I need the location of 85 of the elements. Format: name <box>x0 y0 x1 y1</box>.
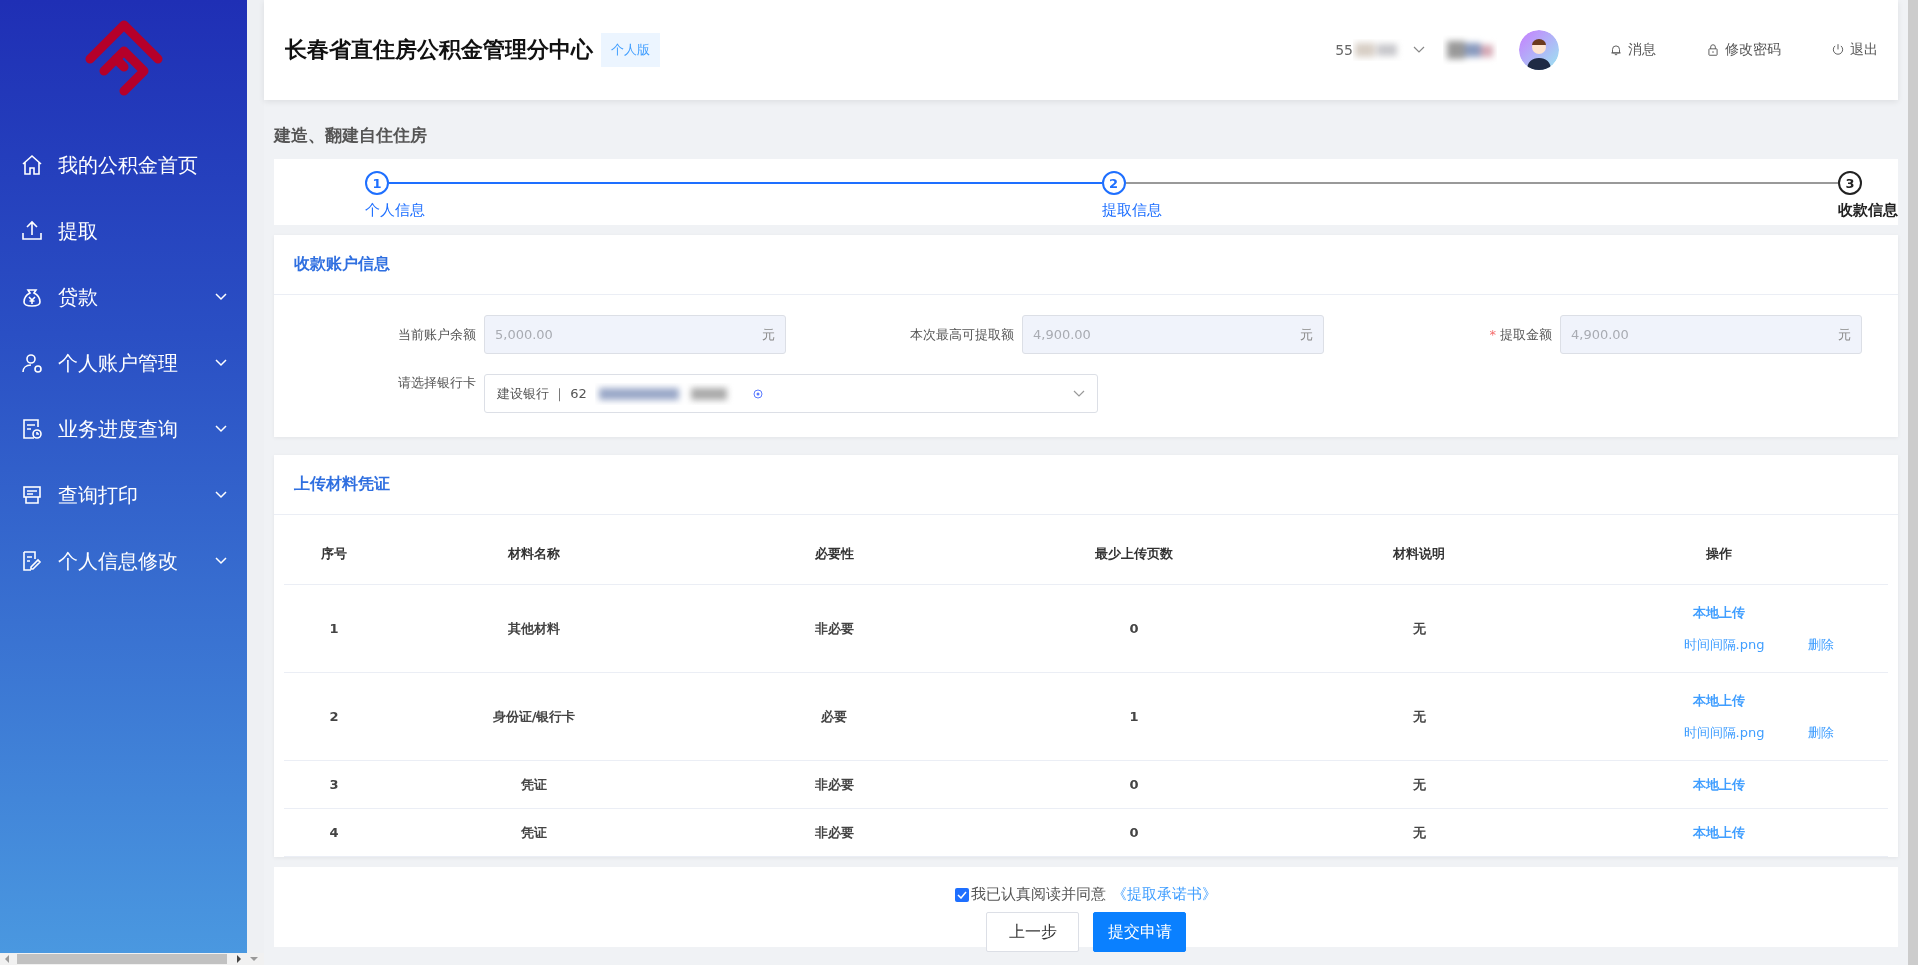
agreement-text: 我已认真阅读并同意 <box>971 885 1106 904</box>
step-label: 提取信息 <box>1101 201 1163 220</box>
table-cell-text: 非必要 <box>813 823 855 842</box>
column-header: 必要性 <box>813 544 855 563</box>
file-link[interactable]: 时间间隔.png <box>1683 723 1765 742</box>
sidebar-item[interactable]: 查询打印 <box>0 462 247 528</box>
chevron-down-icon <box>215 425 227 433</box>
back-button[interactable]: 上一步 <box>986 912 1079 952</box>
table-cell-text: 0 <box>1128 777 1140 792</box>
step-label: 个人信息 <box>365 201 426 220</box>
table-cell-text: 1 <box>328 621 340 636</box>
chevron-down-icon <box>215 491 227 499</box>
printer-icon <box>20 483 44 507</box>
step-label: 收款信息 <box>1838 201 1898 220</box>
table-cell-text: 4 <box>328 825 340 840</box>
upload-icon <box>20 219 44 243</box>
column-header: 材料说明 <box>1392 544 1446 563</box>
upload-link[interactable]: 本地上传 <box>1693 603 1745 622</box>
table-cell-text: 2 <box>328 709 340 724</box>
header-link[interactable]: 修改密码 <box>1706 41 1781 59</box>
column-header: 材料名称 <box>507 544 561 563</box>
agreement-link[interactable]: 《提取承诺书》 <box>1112 885 1217 904</box>
page-title: 建造、翻建自住住房 <box>272 124 428 147</box>
table-cell-text: 无 <box>1411 707 1427 726</box>
submit-button[interactable]: 提交申请 <box>1093 912 1186 952</box>
table-cell-text: 0 <box>1128 825 1140 840</box>
chevron-down-icon <box>215 293 227 301</box>
upload-link[interactable]: 本地上传 <box>1693 775 1745 794</box>
file-link[interactable]: 时间间隔.png <box>1683 635 1765 654</box>
section-title: 收款账户信息 <box>294 254 390 275</box>
home-icon <box>20 153 44 177</box>
header-link[interactable]: 消息 <box>1609 41 1656 59</box>
field-label: 当前账户余额 <box>397 325 477 344</box>
bell-icon <box>1609 43 1623 57</box>
sidebar-item[interactable]: 个人信息修改 <box>0 528 247 594</box>
step-number: 1 <box>365 171 389 195</box>
power-icon <box>1831 43 1845 57</box>
bank-card-select[interactable]: 建设银行 ｜ 62 <box>484 374 1098 413</box>
table-cell-text: 无 <box>1411 775 1427 794</box>
chevron-down-icon <box>215 359 227 367</box>
sidebar-item[interactable]: 贷款 <box>0 264 247 330</box>
account-number[interactable]: 55 <box>1335 42 1353 58</box>
edition-badge: 个人版 <box>601 33 660 67</box>
upload-link[interactable]: 本地上传 <box>1693 691 1745 710</box>
vertical-scrollbar[interactable] <box>1908 0 1918 965</box>
step-number: 3 <box>1838 171 1862 195</box>
sidebar-item[interactable]: 业务进度查询 <box>0 396 247 462</box>
document-clock-icon <box>20 417 44 441</box>
table-cell-text: 无 <box>1411 619 1427 638</box>
table-cell-text: 其他材料 <box>507 619 561 638</box>
column-header: 序号 <box>320 544 348 563</box>
section-title: 上传材料凭证 <box>294 474 390 495</box>
lock-icon <box>1706 43 1720 57</box>
table-cell-text: 3 <box>328 777 340 792</box>
chevron-down-icon[interactable] <box>1413 46 1425 54</box>
table-cell-text: 必要 <box>820 707 848 726</box>
agreement-checkbox[interactable] <box>955 887 969 902</box>
edit-icon <box>20 549 44 573</box>
table-cell-text: 凭证 <box>520 823 548 842</box>
upload-link[interactable]: 本地上传 <box>1693 823 1745 842</box>
table-cell-text: 凭证 <box>520 775 548 794</box>
avatar[interactable] <box>1519 30 1559 70</box>
user-gear-icon <box>20 351 44 375</box>
field-label: * 提取金额 <box>1488 325 1553 344</box>
sidebar-item[interactable]: 个人账户管理 <box>0 330 247 396</box>
chevron-down-icon <box>215 557 227 565</box>
field-label: 请选择银行卡 <box>397 374 477 392</box>
table-cell-text: 身份证/银行卡 <box>491 707 577 726</box>
sidebar-item[interactable]: 提取 <box>0 198 247 264</box>
step-number: 2 <box>1101 171 1126 195</box>
table-cell-text: 无 <box>1411 823 1427 842</box>
header-link[interactable]: 退出 <box>1831 41 1878 59</box>
table-cell-text: 非必要 <box>813 619 855 638</box>
field-label: 本次最高可提取额 <box>909 325 1015 344</box>
table-cell-text: 非必要 <box>813 775 855 794</box>
column-header: 最少上传页数 <box>1094 544 1174 563</box>
table-cell-text: 0 <box>1128 621 1140 636</box>
delete-link[interactable]: 删除 <box>1808 635 1835 654</box>
sidebar-item[interactable]: 我的公积金首页 <box>0 132 247 198</box>
app-title: 长春省直住房公积金管理分中心 <box>285 36 593 64</box>
target-icon <box>752 388 763 399</box>
delete-link[interactable]: 删除 <box>1808 723 1835 742</box>
column-header: 操作 <box>1705 544 1733 563</box>
table-cell-text: 1 <box>1128 709 1140 724</box>
chevron-down-icon <box>1073 389 1085 398</box>
